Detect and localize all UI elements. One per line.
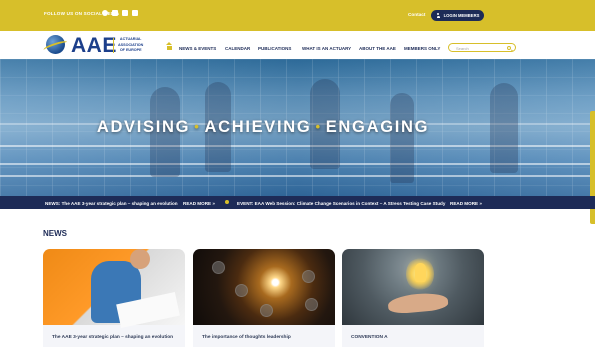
ticker-separator-icon <box>225 200 229 205</box>
ticker-item[interactable]: NEWS: The AAE 3-year strategic plan – sh… <box>45 201 178 206</box>
hero-separator-icon: • <box>194 119 201 134</box>
hero-title: ADVISING • ACHIEVING • ENGAGING <box>0 118 526 137</box>
news-card[interactable]: The importance of thoughts leadership <box>193 249 335 347</box>
logo-subtitle-line: OF EUROPE <box>119 48 142 52</box>
news-card[interactable]: The AAE 3-year strategic plan – shaping … <box>43 249 185 347</box>
user-icon <box>436 13 441 18</box>
search-placeholder: Search <box>456 45 469 51</box>
login-members-button[interactable]: LOGIN MEMBERS <box>431 10 484 21</box>
hero-separator-icon: • <box>315 119 322 134</box>
mail-icon[interactable] <box>132 10 138 16</box>
hero-word-achieving: ACHIEVING <box>204 118 312 136</box>
login-members-label: LOGIN MEMBERS <box>443 13 480 18</box>
contact-link[interactable]: Contact <box>408 12 425 17</box>
nav-about-the-aae[interactable]: ABOUT THE AAE <box>359 46 396 51</box>
nav-members-only[interactable]: MEMBERS ONLY <box>404 46 440 51</box>
hero-word-advising: ADVISING <box>96 118 191 136</box>
news-card-image[interactable] <box>43 249 185 328</box>
news-card-title[interactable]: CONVENTION A <box>351 335 476 340</box>
main-header: AAE ACTUARIAL ASSOCIATION OF EUROPE NEWS… <box>0 31 595 59</box>
social-icons <box>102 10 138 16</box>
news-card-title[interactable]: The importance of thoughts leadership <box>202 335 327 340</box>
news-card-image[interactable] <box>342 249 484 325</box>
logo-subtitle-line: ACTUARIAL <box>119 37 142 41</box>
x-icon[interactable] <box>112 10 118 16</box>
ticker-read-more-link[interactable]: READ MORE » <box>450 201 482 206</box>
nav-calendar[interactable]: CALENDAR <box>225 46 250 51</box>
logo-divider <box>113 38 114 53</box>
home-icon[interactable] <box>166 42 173 51</box>
nav-publications[interactable]: PUBLICATIONS <box>258 46 291 51</box>
ticker-read-more-link[interactable]: READ MORE » <box>183 201 215 206</box>
news-card[interactable]: CONVENTION A <box>342 249 484 347</box>
social-circle-icon[interactable] <box>102 10 108 16</box>
nav-news-events[interactable]: NEWS & EVENTS <box>179 46 216 51</box>
hero-banner: ADVISING • ACHIEVING • ENGAGING <box>0 59 595 196</box>
hero-word-engaging: ENGAGING <box>325 118 430 136</box>
aae-globe-icon[interactable] <box>46 35 65 54</box>
news-card-image[interactable] <box>193 249 335 325</box>
linkedin-icon[interactable] <box>122 10 128 16</box>
search-icon[interactable] <box>507 45 511 50</box>
logo-subtitle: ACTUARIAL ASSOCIATION OF EUROPE <box>118 37 143 54</box>
nav-what-is-an-actuary[interactable]: WHAT IS AN ACTUARY <box>302 46 351 51</box>
top-bar: FOLLOW US ON SOCIAL MEDIA Contact LOGIN … <box>0 0 595 31</box>
news-ticker: NEWS: The AAE 3-year strategic plan – sh… <box>0 196 595 209</box>
news-card-title[interactable]: The AAE 3-year strategic plan – shaping … <box>52 335 177 340</box>
search-input[interactable]: Search <box>448 43 516 52</box>
ticker-item[interactable]: EVENT: EAA Web Session: Climate Change S… <box>237 201 445 206</box>
news-heading: NEWS <box>43 229 67 238</box>
aae-logo[interactable]: AAE <box>71 34 117 58</box>
